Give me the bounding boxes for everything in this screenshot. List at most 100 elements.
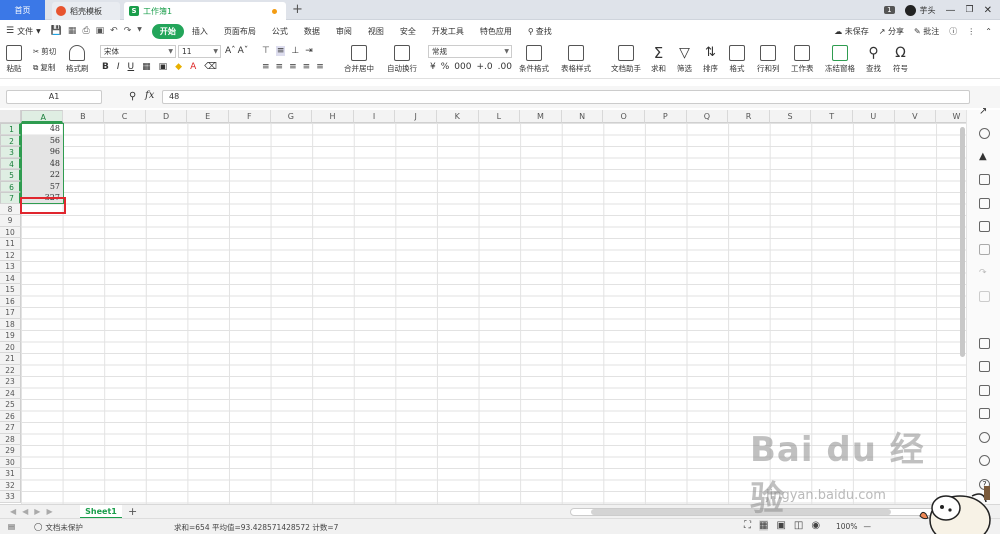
- align-right-icon[interactable]: ≡: [289, 62, 297, 72]
- menu-tab-data[interactable]: 数据: [296, 26, 328, 37]
- column-header-N[interactable]: N: [561, 110, 604, 123]
- customize-chevron-icon[interactable]: ▼: [137, 26, 142, 36]
- comment-button[interactable]: ✎ 批注: [914, 26, 939, 37]
- column-header-H[interactable]: H: [312, 110, 354, 123]
- menu-tab-review[interactable]: 审阅: [328, 26, 360, 37]
- row-header-17[interactable]: 17: [0, 307, 21, 319]
- protection-status[interactable]: ◯ 文档未保护: [34, 522, 83, 533]
- decrease-font-icon[interactable]: Aˇ: [238, 46, 249, 56]
- unsaved-button[interactable]: ☁ 未保存: [834, 26, 869, 37]
- sheet-tab-active[interactable]: Sheet1: [80, 505, 122, 519]
- compass-icon[interactable]: [979, 432, 990, 443]
- row-header-32[interactable]: 32: [0, 479, 21, 491]
- column-header-B[interactable]: B: [62, 110, 105, 123]
- select-all-corner[interactable]: [0, 110, 21, 123]
- tab-home[interactable]: 首页: [0, 0, 45, 20]
- redo-icon[interactable]: ↷: [979, 268, 990, 279]
- zoom-out-icon[interactable]: —: [863, 522, 871, 531]
- indent-icon[interactable]: ⇥: [305, 46, 313, 56]
- sheet-status-icon[interactable]: ▤: [8, 522, 15, 531]
- normal-view-icon[interactable]: ▦: [759, 520, 769, 531]
- grid-apps-icon[interactable]: [979, 198, 990, 209]
- row-header-8[interactable]: 8: [0, 203, 21, 215]
- symbol-button[interactable]: Ω 符号: [893, 45, 908, 74]
- column-header-V[interactable]: V: [894, 110, 937, 123]
- find-button[interactable]: ⚲ 查找: [866, 45, 881, 74]
- align-left-icon[interactable]: ≡: [262, 62, 270, 72]
- row-header-24[interactable]: 24: [0, 387, 21, 399]
- chart-icon[interactable]: [979, 221, 990, 232]
- tab-template[interactable]: 稻壳模板: [52, 2, 120, 20]
- column-header-T[interactable]: T: [811, 110, 853, 123]
- layers-icon[interactable]: [979, 385, 990, 396]
- bucket-icon[interactable]: ◆: [175, 62, 182, 72]
- tab-workbook[interactable]: S 工作簿1: [124, 2, 286, 20]
- column-header-E[interactable]: E: [187, 110, 229, 123]
- help-icon[interactable]: ⓘ: [949, 26, 957, 37]
- row-header-26[interactable]: 26: [0, 410, 21, 422]
- save-icon[interactable]: 💾: [51, 26, 62, 36]
- row-header-4[interactable]: 4: [0, 157, 21, 169]
- column-header-Q[interactable]: Q: [686, 110, 729, 123]
- cut-button[interactable]: ✂ 剪切: [33, 46, 56, 57]
- wrap-text-button[interactable]: 自动换行: [387, 45, 417, 74]
- row-header-21[interactable]: 21: [0, 353, 21, 365]
- column-header-K[interactable]: K: [437, 110, 479, 123]
- row-header-16[interactable]: 16: [0, 295, 21, 307]
- row-header-31[interactable]: 31: [0, 468, 21, 480]
- font-color-icon[interactable]: A: [190, 62, 196, 72]
- search-button[interactable]: ⚲ 查找: [520, 26, 560, 37]
- paste-button[interactable]: 粘贴: [6, 45, 22, 74]
- new-tab-button[interactable]: +: [292, 2, 303, 17]
- freeze-panes-button[interactable]: 冻结窗格: [825, 45, 855, 74]
- column-header-D[interactable]: D: [145, 110, 188, 123]
- style-icon[interactable]: ▲: [979, 151, 990, 162]
- row-header-28[interactable]: 28: [0, 433, 21, 445]
- percent-icon[interactable]: %: [441, 62, 450, 72]
- font-name-select[interactable]: 宋体 ▼: [100, 45, 176, 58]
- close-icon[interactable]: ✕: [984, 5, 992, 16]
- print-preview-icon[interactable]: ▣: [96, 26, 105, 36]
- zoom-level[interactable]: 100%: [836, 522, 857, 531]
- menu-tab-page-layout[interactable]: 页面布局: [216, 26, 264, 37]
- row-header-22[interactable]: 22: [0, 364, 21, 376]
- menu-tab-developer[interactable]: 开发工具: [424, 26, 472, 37]
- window-count-badge[interactable]: 1: [884, 6, 895, 14]
- doc-helper-button[interactable]: 文档助手: [611, 45, 641, 74]
- add-sheet-button[interactable]: +: [128, 505, 137, 518]
- row-header-2[interactable]: 2: [0, 134, 21, 146]
- filter-button[interactable]: ▽ 筛选: [677, 45, 692, 74]
- format-button[interactable]: 格式: [729, 45, 745, 74]
- file-menu[interactable]: ☰ 文件 ▼: [0, 26, 41, 37]
- eraser-icon[interactable]: ⌫: [204, 62, 217, 72]
- collapse-ribbon-icon[interactable]: ⌃: [985, 27, 992, 36]
- number-format-select[interactable]: 常规 ▼: [428, 45, 512, 58]
- table-icon[interactable]: [979, 174, 990, 185]
- column-header-U[interactable]: U: [853, 110, 895, 123]
- zoom-formula-icon[interactable]: ⚲: [129, 91, 136, 102]
- row-header-13[interactable]: 13: [0, 261, 21, 273]
- comment-panel-icon[interactable]: [979, 291, 990, 302]
- cursor-icon[interactable]: ↗: [979, 106, 990, 117]
- row-header-29[interactable]: 29: [0, 445, 21, 457]
- page-layout-icon[interactable]: ▣: [776, 520, 785, 531]
- template-icon[interactable]: [979, 244, 990, 255]
- menu-tab-start[interactable]: 开始: [151, 23, 184, 39]
- row-header-18[interactable]: 18: [0, 318, 21, 330]
- row-header-33[interactable]: 33: [0, 491, 21, 503]
- eye-care-icon[interactable]: ◉: [811, 520, 820, 531]
- crop-icon[interactable]: [979, 361, 990, 372]
- formula-input[interactable]: 48: [162, 90, 970, 104]
- row-header-11[interactable]: 11: [0, 238, 21, 250]
- border-icon[interactable]: ▦: [142, 62, 151, 72]
- minimize-icon[interactable]: —: [946, 5, 956, 16]
- distribute-icon[interactable]: ≡: [316, 62, 324, 72]
- vertical-scroll-thumb[interactable]: [960, 127, 965, 357]
- decrease-decimal-icon[interactable]: .00: [498, 62, 512, 72]
- column-header-W[interactable]: W: [936, 110, 966, 123]
- row-header-7[interactable]: 7: [0, 192, 21, 204]
- sort-button[interactable]: ⇅ 排序: [703, 45, 718, 74]
- picture-icon[interactable]: [979, 408, 990, 419]
- page-break-icon[interactable]: ◫: [794, 520, 803, 531]
- conditional-format-button[interactable]: 条件格式: [519, 45, 549, 74]
